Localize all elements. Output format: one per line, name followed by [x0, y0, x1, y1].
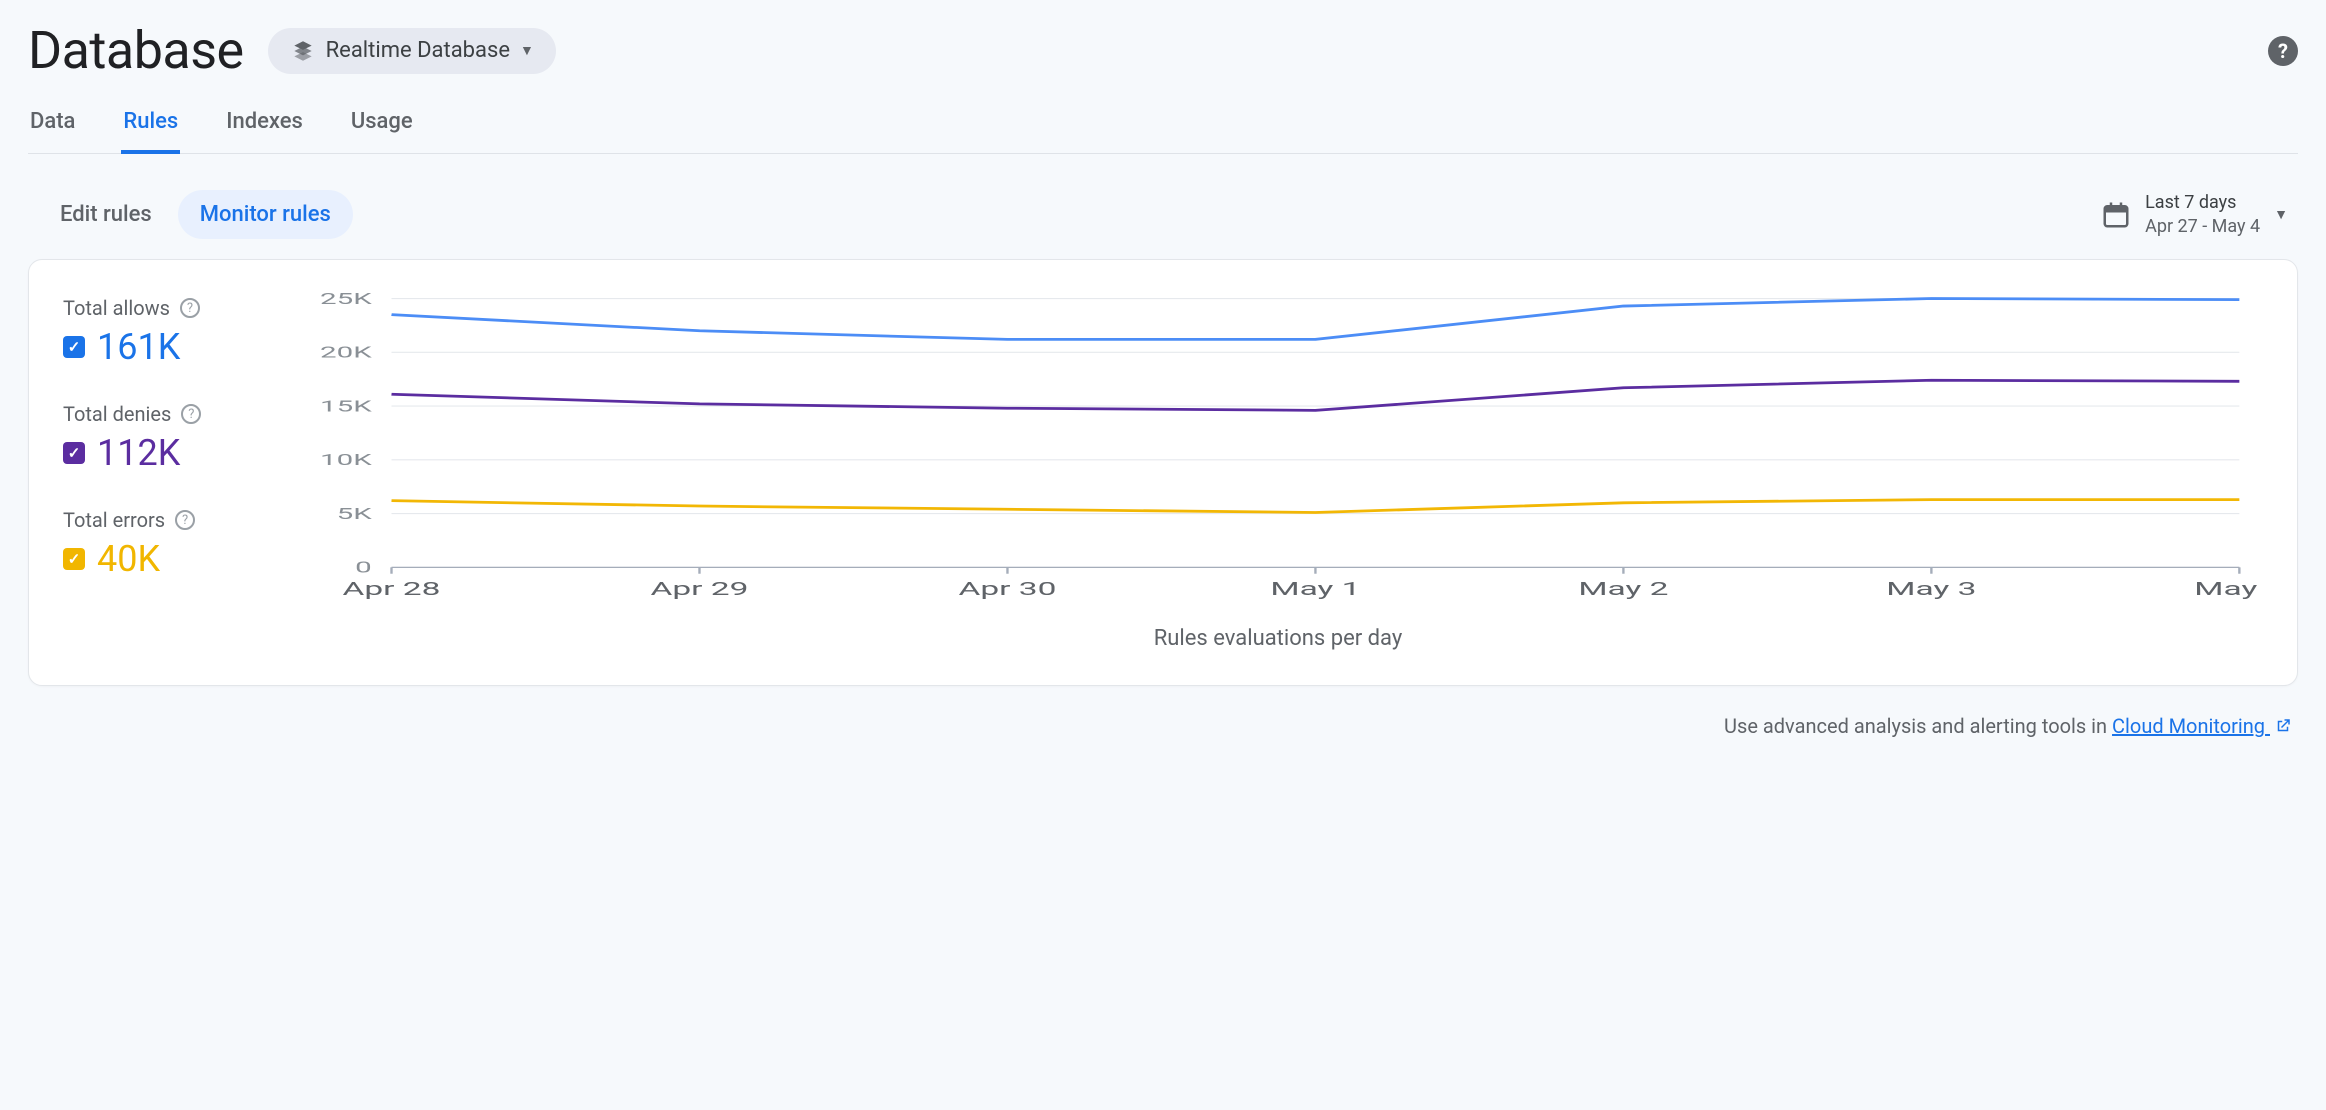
legend-allows-label: Total allows [63, 296, 170, 320]
legend-errors-value: 40K [97, 538, 160, 580]
date-range-text: Last 7 days Apr 27 - May 4 [2145, 191, 2260, 238]
cloud-monitoring-footer: Use advanced analysis and alerting tools… [28, 714, 2292, 738]
realtime-database-icon [290, 38, 316, 64]
svg-text:Apr 30: Apr 30 [959, 578, 1057, 600]
monitor-card: Total allows ? ✓ 161K Total denies ? ✓ 1… [28, 259, 2298, 686]
date-range-label: Last 7 days [2145, 191, 2260, 214]
date-range-picker[interactable]: Last 7 days Apr 27 - May 4 ▼ [2101, 191, 2288, 238]
main-tabs: Data Rules Indexes Usage [28, 109, 2298, 154]
chevron-down-icon: ▼ [2274, 206, 2288, 223]
rules-evaluations-chart: 0 5K 10K 15K 20K 25K Apr 28 Apr 29 Apr 30 May 1 Ma… [293, 290, 2263, 610]
info-icon[interactable]: ? [181, 404, 201, 424]
svg-text:May 3: May 3 [1886, 578, 1976, 600]
svg-text:10K: 10K [320, 450, 372, 469]
legend-allows: Total allows ? ✓ 161K [63, 296, 273, 368]
info-icon[interactable]: ? [175, 510, 195, 530]
monitor-rules-button[interactable]: Monitor rules [178, 190, 353, 239]
date-range-value: Apr 27 - May 4 [2145, 215, 2260, 238]
tab-indexes[interactable]: Indexes [224, 109, 305, 154]
svg-text:May 1: May 1 [1270, 578, 1360, 600]
legend-errors: Total errors ? ✓ 40K [63, 508, 273, 580]
legend-denies-label: Total denies [63, 402, 171, 426]
legend-errors-label: Total errors [63, 508, 165, 532]
chart-legend: Total allows ? ✓ 161K Total denies ? ✓ 1… [63, 290, 273, 651]
help-icon[interactable]: ? [2268, 36, 2298, 66]
chart-area: 0 5K 10K 15K 20K 25K Apr 28 Apr 29 Apr 30 May 1 Ma… [293, 290, 2263, 651]
edit-rules-button[interactable]: Edit rules [38, 190, 174, 239]
legend-denies-checkbox[interactable]: ✓ [63, 442, 85, 464]
tab-rules[interactable]: Rules [121, 109, 180, 154]
svg-text:May 2: May 2 [1578, 578, 1668, 600]
footer-text: Use advanced analysis and alerting tools… [1724, 714, 2112, 738]
svg-text:0: 0 [355, 558, 372, 577]
svg-text:20K: 20K [320, 343, 372, 362]
cloud-monitoring-link[interactable]: Cloud Monitoring [2112, 714, 2292, 738]
rules-mode-toggle: Edit rules Monitor rules [38, 190, 353, 239]
chart-title: Rules evaluations per day [293, 626, 2263, 651]
chevron-down-icon: ▼ [520, 42, 534, 59]
svg-text:25K: 25K [320, 290, 372, 308]
svg-text:5K: 5K [337, 504, 372, 523]
tab-data[interactable]: Data [28, 109, 77, 154]
database-type-selector[interactable]: Realtime Database ▼ [268, 28, 556, 74]
rules-subheader: Edit rules Monitor rules Last 7 days Apr… [38, 190, 2288, 239]
database-type-label: Realtime Database [326, 38, 510, 63]
legend-allows-value: 161K [97, 326, 180, 368]
legend-denies-value: 112K [97, 432, 180, 474]
tab-usage[interactable]: Usage [349, 109, 415, 154]
calendar-icon [2101, 200, 2131, 230]
info-icon[interactable]: ? [180, 298, 200, 318]
svg-text:15K: 15K [320, 397, 372, 416]
legend-errors-checkbox[interactable]: ✓ [63, 548, 85, 570]
page-title: Database [28, 20, 244, 81]
svg-text:Apr 29: Apr 29 [651, 578, 749, 600]
legend-denies: Total denies ? ✓ 112K [63, 402, 273, 474]
legend-allows-checkbox[interactable]: ✓ [63, 336, 85, 358]
page-header: Database Realtime Database ▼ ? [28, 20, 2298, 81]
svg-text:May 4: May 4 [2194, 578, 2263, 600]
external-link-icon [2274, 717, 2292, 735]
svg-text:Apr 28: Apr 28 [343, 578, 441, 600]
